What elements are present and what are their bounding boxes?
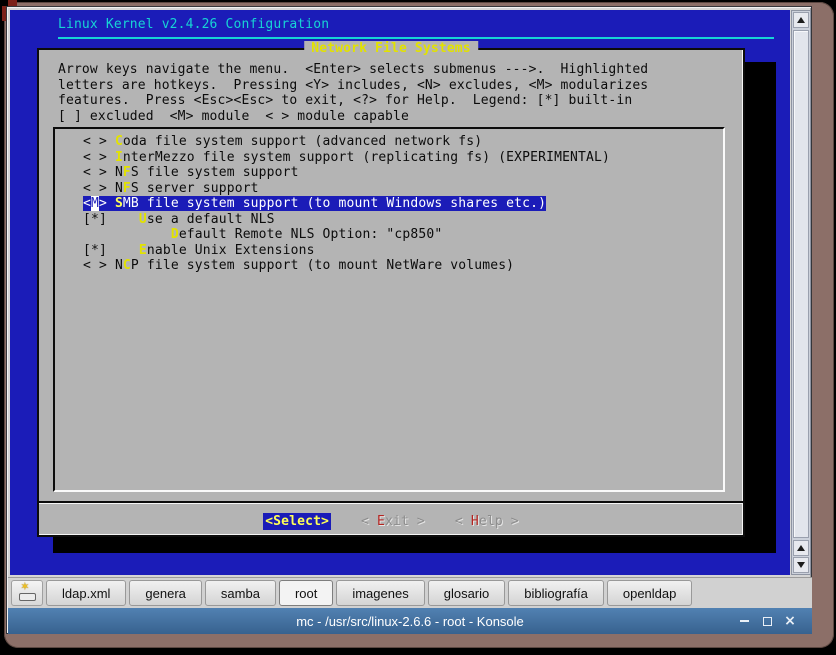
down-arrow-icon bbox=[797, 562, 805, 568]
tab-bibliografía[interactable]: bibliografía bbox=[508, 580, 604, 606]
window-title: mc - /usr/src/linux-2.6.6 - root - Konso… bbox=[296, 614, 524, 629]
terminal-screen[interactable]: Linux Kernel v2.4.26 Configuration Netwo… bbox=[10, 10, 790, 575]
new-session-button[interactable]: ✶ bbox=[11, 580, 43, 606]
tab-glosario[interactable]: glosario bbox=[428, 580, 506, 606]
menuconfig-dialog: Network File Systems Arrow keys navigate… bbox=[37, 48, 745, 537]
menu-item[interactable]: < > InterMezzo file system support (repl… bbox=[83, 150, 610, 165]
menu-item[interactable]: Default Remote NLS Option: "cp850" bbox=[83, 227, 442, 242]
menu-list[interactable]: < > Coda file system support (advanced n… bbox=[53, 127, 725, 492]
dialog-instructions: Arrow keys navigate the menu. <Enter> se… bbox=[58, 62, 648, 124]
desktop: { "colors": { "term_blue": "#1b1cb8", "c… bbox=[0, 0, 836, 655]
minimize-button[interactable] bbox=[738, 615, 750, 627]
tab-root[interactable]: root bbox=[279, 580, 333, 606]
tab-genera[interactable]: genera bbox=[129, 580, 201, 606]
up-arrow-icon bbox=[797, 17, 805, 23]
new-session-star-icon: ✶ bbox=[21, 579, 29, 594]
select-button[interactable]: <Select> bbox=[263, 513, 331, 530]
close-button[interactable]: × bbox=[784, 615, 796, 627]
console-icon bbox=[19, 593, 36, 601]
window-titlebar[interactable]: mc - /usr/src/linux-2.6.6 - root - Konso… bbox=[8, 608, 812, 634]
tab-ldap.xml[interactable]: ldap.xml bbox=[46, 580, 126, 606]
close-icon: × bbox=[784, 614, 796, 628]
button-separator bbox=[39, 501, 743, 504]
menuconfig-app-title: Linux Kernel v2.4.26 Configuration bbox=[58, 17, 329, 32]
tab-openldap[interactable]: openldap bbox=[607, 580, 693, 606]
scrollbar[interactable] bbox=[791, 10, 811, 575]
menu-item[interactable]: < > NCP file system support (to mount Ne… bbox=[83, 258, 514, 273]
tab-samba[interactable]: samba bbox=[205, 580, 276, 606]
menu-item[interactable]: < > NFS file system support bbox=[83, 165, 299, 180]
maximize-button[interactable] bbox=[761, 615, 773, 627]
menuconfig-title-rule bbox=[58, 37, 774, 39]
konsole-window: Linux Kernel v2.4.26 Configuration Netwo… bbox=[6, 6, 812, 634]
scroll-down-button[interactable] bbox=[793, 557, 809, 573]
menu-item[interactable]: < > NFS server support bbox=[83, 181, 259, 196]
dialog-title: Network File Systems bbox=[304, 41, 478, 56]
menu-item[interactable]: [*] Enable Unix Extensions bbox=[83, 243, 315, 258]
help-button[interactable]: < Help > bbox=[455, 514, 519, 529]
session-tabbar: ✶ ldap.xmlgenerasambarootimagenesglosari… bbox=[8, 577, 812, 608]
scroll-up-button-bottom[interactable] bbox=[793, 540, 809, 556]
maximize-icon bbox=[763, 617, 772, 626]
menu-item-selected[interactable]: <M> SMB file system support (to mount Wi… bbox=[83, 196, 546, 211]
dialog-button-row: <Select> < Exit > < Help > bbox=[39, 508, 743, 534]
minimize-icon bbox=[740, 620, 749, 622]
exit-button[interactable]: < Exit > bbox=[361, 514, 425, 529]
up-arrow-icon bbox=[797, 545, 805, 551]
menu-item[interactable]: < > Coda file system support (advanced n… bbox=[83, 134, 482, 149]
scrollbar-thumb[interactable] bbox=[793, 30, 809, 538]
window-controls: × bbox=[738, 608, 796, 634]
tab-imagenes[interactable]: imagenes bbox=[336, 580, 424, 606]
scroll-up-button[interactable] bbox=[793, 12, 809, 28]
menu-item[interactable]: [*] Use a default NLS bbox=[83, 212, 275, 227]
